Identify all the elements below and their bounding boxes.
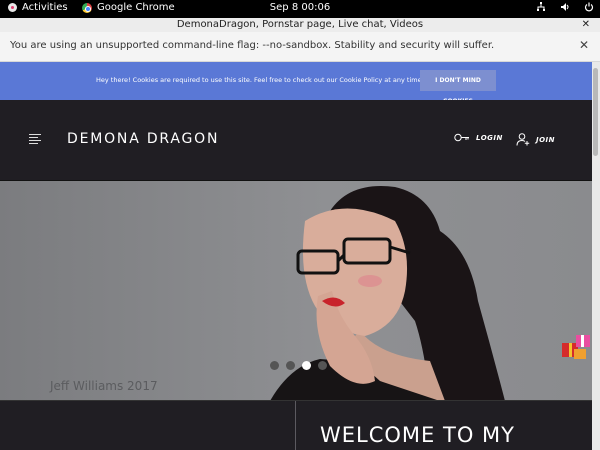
accept-cookies-button[interactable]: I DON'T MIND COOKIES (420, 70, 496, 105)
cookie-banner: Hey there! Cookies are required to use t… (0, 62, 592, 105)
add-user-icon (516, 133, 530, 146)
site-header: DEMONA DRAGON LOGIN JOIN (0, 100, 592, 180)
window-title-bar: DemonaDragon, Pornstar page, Live chat, … (0, 18, 600, 32)
cookie-text: Hey there! Cookies are required to use t… (96, 76, 424, 84)
system-tray[interactable] (536, 2, 594, 12)
volume-icon (561, 3, 569, 11)
system-top-bar: Activities Google Chrome Sep 8 00:06 (0, 0, 600, 18)
page-scrollbar[interactable] (592, 62, 600, 450)
infobar-close-icon[interactable]: ✕ (579, 38, 589, 52)
welcome-heading: WELCOME TO MY (320, 423, 515, 447)
infobar-message: You are using an unsupported command-lin… (10, 40, 495, 51)
login-label: LOGIN (476, 133, 503, 142)
join-label: JOIN (536, 135, 556, 144)
window-close-icon[interactable]: ✕ (582, 18, 590, 32)
welcome-section: WELCOME TO MY (0, 400, 592, 450)
site-brand[interactable]: DEMONA DRAGON (67, 131, 219, 147)
join-link[interactable]: JOIN (516, 133, 555, 146)
slider-dot-active[interactable] (302, 361, 311, 370)
slider-dots (270, 361, 327, 370)
page-viewport: Hey there! Cookies are required to use t… (0, 62, 592, 450)
window-title: DemonaDragon, Pornstar page, Live chat, … (176, 19, 424, 30)
slider-dot[interactable] (318, 361, 327, 370)
power-icon (584, 2, 594, 12)
warning-infobar: You are using an unsupported command-lin… (0, 32, 600, 62)
network-icon (537, 2, 545, 11)
gift-icon[interactable] (560, 329, 592, 361)
scrollbar-thumb[interactable] (593, 68, 598, 156)
key-icon (454, 133, 469, 142)
slider-dot[interactable] (286, 361, 295, 370)
section-divider (295, 401, 296, 450)
photo-credit: Jeff Williams 2017 (50, 379, 158, 393)
login-link[interactable]: LOGIN (454, 133, 503, 142)
slider-dot[interactable] (270, 361, 279, 370)
hero-slider[interactable]: Jeff Williams 2017 (0, 180, 592, 400)
clock[interactable]: Sep 8 00:06 (0, 2, 600, 13)
hamburger-icon[interactable] (29, 134, 41, 144)
